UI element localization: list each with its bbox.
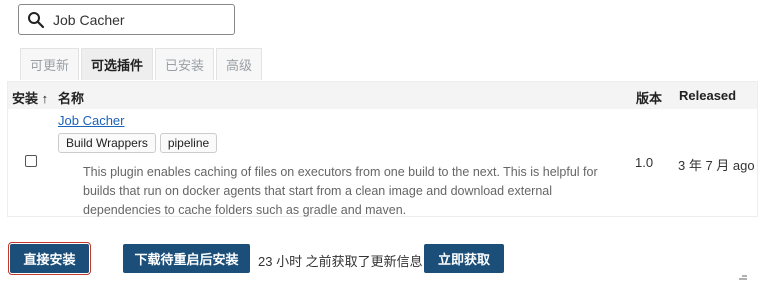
tag-pipeline[interactable]: pipeline	[159, 133, 218, 153]
tab-installed[interactable]: 已安装	[155, 48, 215, 80]
install-checkbox[interactable]	[25, 155, 37, 167]
column-header-released[interactable]: Released	[679, 88, 736, 103]
table-row: Job Cacher Build Wrappers pipeline This …	[8, 109, 757, 217]
tab-available[interactable]: 可选插件	[81, 48, 154, 80]
column-header-install[interactable]: 安装 ↑	[12, 88, 48, 107]
plugin-name-link[interactable]: Job Cacher	[58, 113, 124, 128]
search-field[interactable]	[18, 4, 235, 35]
search-icon	[27, 11, 45, 29]
column-header-name[interactable]: 名称	[58, 88, 84, 107]
plugin-released: 3 年 7 月 ago	[678, 158, 755, 173]
plugin-tags: Build Wrappers pipeline	[58, 133, 221, 153]
table-header: 安装 ↑ 名称 版本 Released	[8, 82, 757, 109]
resize-handle-icon	[739, 268, 747, 280]
update-status-text: 23 小时 之前获取了更新信息	[258, 254, 423, 269]
plugin-table: 安装 ↑ 名称 版本 Released Job Cacher Build Wra…	[7, 81, 758, 217]
plugin-description: This plugin enables caching of files on …	[83, 165, 598, 217]
plugin-version: 1.0	[635, 155, 654, 170]
tab-advanced[interactable]: 高级	[216, 48, 263, 80]
column-header-version[interactable]: 版本	[636, 88, 662, 107]
install-now-button[interactable]: 直接安装	[8, 242, 91, 275]
search-input[interactable]	[53, 11, 223, 28]
tab-updates[interactable]: 可更新	[20, 48, 80, 80]
plugin-tabs: 可更新 可选插件 已安装 高级	[20, 48, 264, 81]
install-after-restart-button[interactable]: 下载待重启后安装	[123, 244, 250, 273]
fetch-now-button[interactable]: 立即获取	[424, 244, 504, 273]
tag-build-wrappers[interactable]: Build Wrappers	[58, 133, 156, 153]
